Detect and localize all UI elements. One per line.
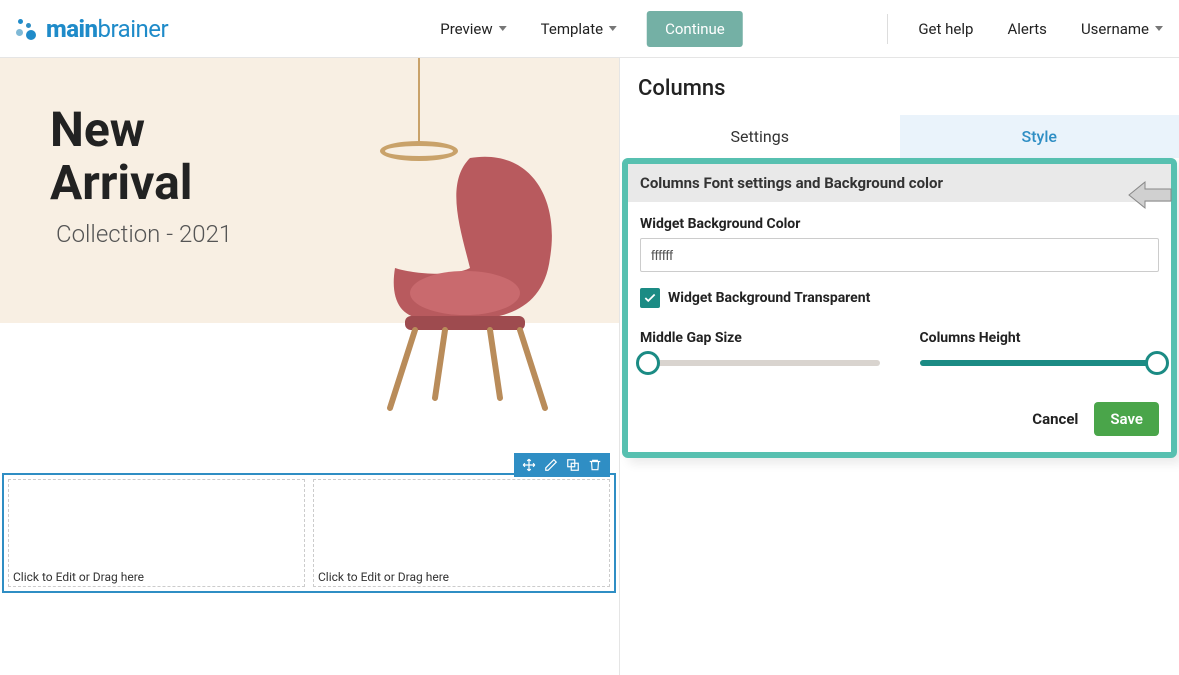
column-1-dropzone[interactable]: Click to Edit or Drag here xyxy=(8,479,305,587)
hero-block[interactable]: New Arrival Collection - 2021 xyxy=(0,58,619,323)
tab-settings[interactable]: Settings xyxy=(620,115,900,158)
chevron-down-icon xyxy=(1155,26,1163,31)
chair-image xyxy=(350,138,590,418)
chevron-down-icon xyxy=(609,26,617,31)
preview-label: Preview xyxy=(440,20,492,38)
template-label: Template xyxy=(541,20,603,38)
bg-color-label: Widget Background Color xyxy=(640,216,1159,232)
logo-text: mainbrainer xyxy=(46,15,168,43)
nav-right: Get help Alerts Username xyxy=(887,14,1167,44)
height-label: Columns Height xyxy=(920,330,1160,346)
username-menu[interactable]: Username xyxy=(1077,14,1167,44)
properties-panel: Columns Settings Style Columns Font sett… xyxy=(620,58,1179,675)
logo-icon xyxy=(12,15,40,43)
template-menu[interactable]: Template xyxy=(537,14,621,44)
slider-thumb[interactable] xyxy=(1145,351,1169,375)
delete-icon[interactable] xyxy=(584,455,606,475)
transparent-checkbox[interactable] xyxy=(640,288,660,308)
column-2-dropzone[interactable]: Click to Edit or Drag here xyxy=(313,479,610,587)
gap-size-slider[interactable] xyxy=(640,360,880,366)
help-link[interactable]: Get help xyxy=(914,14,977,44)
divider xyxy=(887,14,888,44)
edit-icon[interactable] xyxy=(540,455,562,475)
slider-thumb[interactable] xyxy=(636,351,660,375)
alerts-link[interactable]: Alerts xyxy=(1003,14,1051,44)
continue-button[interactable]: Continue xyxy=(647,11,743,47)
widget-toolbar xyxy=(514,453,610,477)
style-section-header: Columns Font settings and Background col… xyxy=(628,164,1171,202)
duplicate-icon[interactable] xyxy=(562,455,584,475)
preview-menu[interactable]: Preview xyxy=(436,14,510,44)
dropzone-hint: Click to Edit or Drag here xyxy=(318,570,449,584)
arrow-pointer-icon xyxy=(1127,180,1173,214)
save-button[interactable]: Save xyxy=(1094,402,1159,436)
bg-color-input[interactable] xyxy=(640,238,1159,272)
height-slider[interactable] xyxy=(920,360,1160,366)
selected-columns-widget[interactable]: Click to Edit or Drag here Click to Edit… xyxy=(2,453,616,593)
gap-size-label: Middle Gap Size xyxy=(640,330,880,346)
dropzone-hint: Click to Edit or Drag here xyxy=(13,570,144,584)
app-header: mainbrainer Preview Template Continue Ge… xyxy=(0,0,1179,58)
style-settings-box: Columns Font settings and Background col… xyxy=(622,158,1177,458)
panel-title: Columns xyxy=(620,70,1179,115)
chevron-down-icon xyxy=(499,26,507,31)
cancel-button[interactable]: Cancel xyxy=(1032,410,1078,428)
transparent-label: Widget Background Transparent xyxy=(668,290,870,306)
editor-canvas[interactable]: New Arrival Collection - 2021 xyxy=(0,58,620,675)
logo[interactable]: mainbrainer xyxy=(12,15,168,43)
tab-style[interactable]: Style xyxy=(900,115,1179,158)
move-icon[interactable] xyxy=(518,455,540,475)
username-label: Username xyxy=(1081,20,1149,38)
panel-tabs: Settings Style xyxy=(620,115,1179,158)
nav-center: Preview Template Continue xyxy=(436,11,743,47)
